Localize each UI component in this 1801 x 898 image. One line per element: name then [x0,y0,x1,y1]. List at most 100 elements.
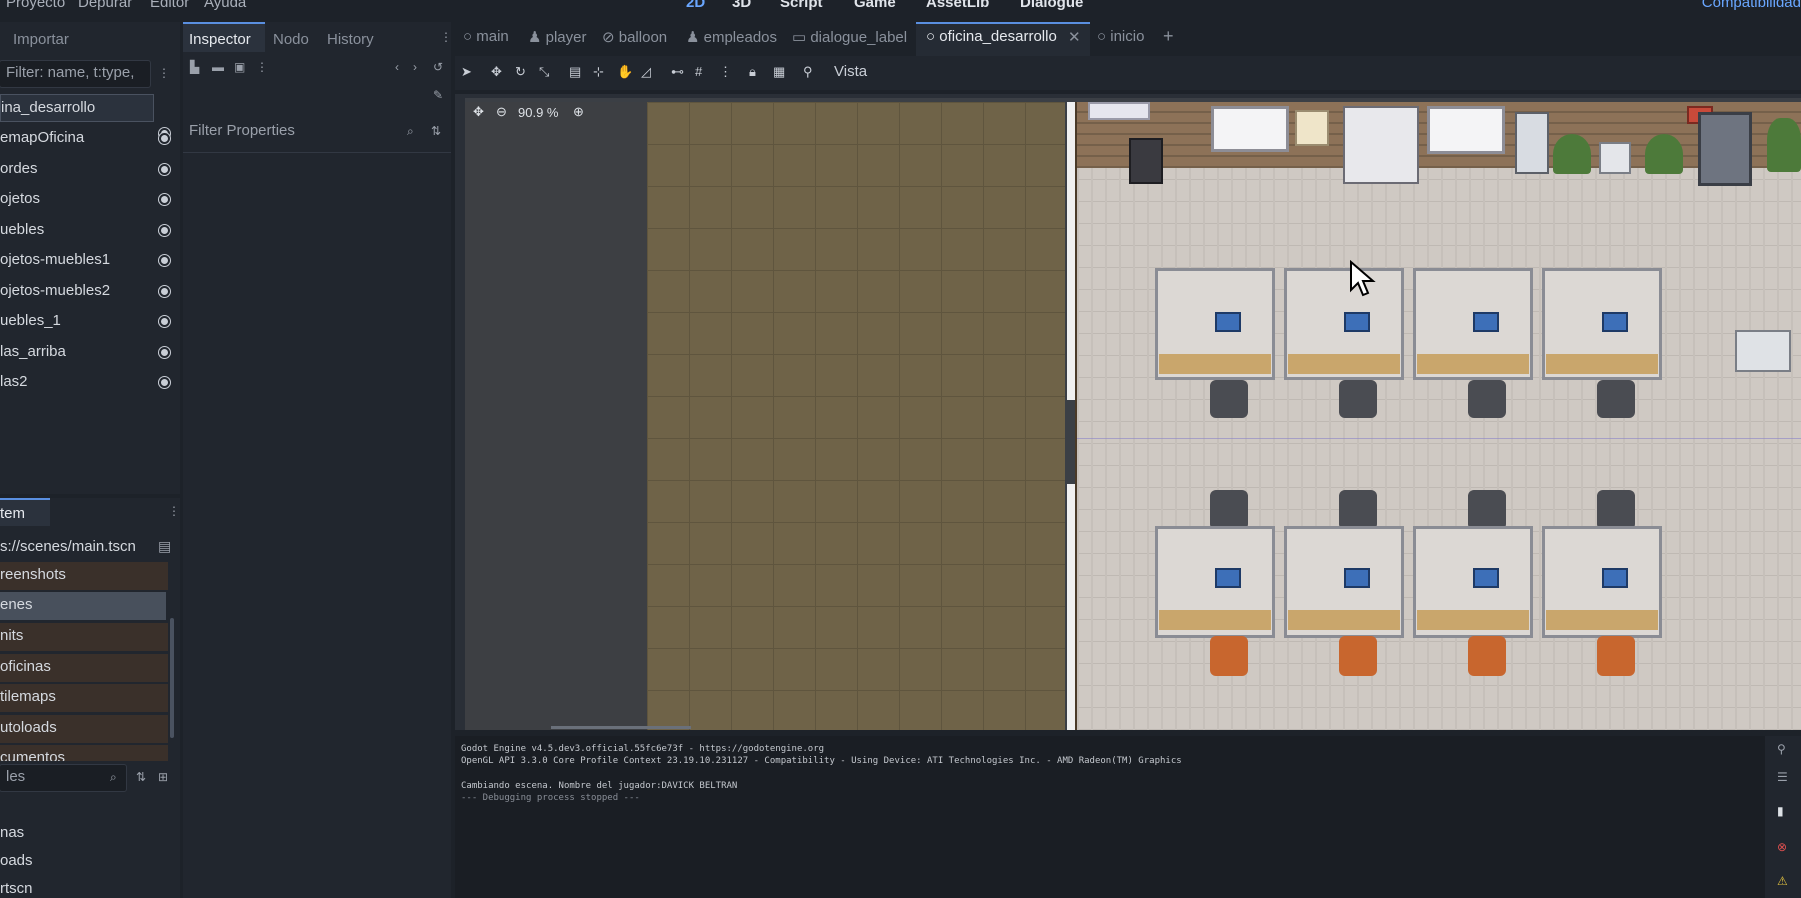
menu-ayuda[interactable]: Ayuda [204,0,246,11]
grid-view-icon[interactable]: ⊞ [158,770,168,784]
tree-node[interactable]: emapOficina [0,125,178,153]
tree-node[interactable]: ojetos-muebles1 [0,247,178,275]
visibility-eye-icon[interactable] [159,164,170,175]
tree-node[interactable]: uebles [0,217,178,245]
open-folder-icon[interactable]: ▬ [212,60,224,74]
tab-player[interactable]: ♟ player [528,28,586,46]
fs-folder[interactable]: oficinas [0,654,168,682]
more-icon[interactable]: ⋮ [719,64,732,80]
forward-icon[interactable]: › [413,60,417,74]
lock-icon[interactable]: 🔒︎ [749,64,756,80]
fs-folder[interactable]: enes [0,592,166,620]
tab-balloon[interactable]: ⊘ balloon [602,28,667,46]
group-icon[interactable]: ▦ [773,64,785,80]
tree-node[interactable]: ina_desarrollo [0,94,154,122]
select-tool-icon[interactable]: ➤ [461,64,472,80]
menu-editor[interactable]: Editor [150,0,189,11]
fs-folder[interactable]: nits [0,623,168,651]
pivot-tool-icon[interactable]: ⊹ [593,64,604,80]
renderer-selector[interactable]: Compatibilidad [1702,0,1801,11]
menu-depurar[interactable]: Depurar [78,0,132,11]
add-tab-icon[interactable]: + [1163,26,1174,47]
tab-inicio[interactable]: ○ inicio [1097,28,1144,45]
list-select-icon[interactable]: ▤ [569,64,581,80]
more-icon[interactable]: ⋮ [158,66,170,80]
zoom-level[interactable]: 90.9 % [518,105,558,120]
new-resource-icon[interactable]: ▙ [190,60,199,74]
visibility-eye-icon[interactable] [159,377,170,388]
visibility-eye-icon[interactable] [159,286,170,297]
smart-snap-icon[interactable]: ⊷ [671,64,684,80]
tab-inspector[interactable]: Inspector [183,22,265,52]
scene-filter-input[interactable]: Filter: name, t:type, [0,60,151,88]
workspace-2d[interactable]: 2D [686,0,705,11]
filter-options-icon[interactable]: ⇅ [431,124,441,138]
files-filter-input[interactable]: les [0,764,127,792]
workspace-assetlib[interactable]: AssetLib [926,0,989,11]
bone-tool-icon[interactable]: ⚲ [803,64,813,80]
tree-node[interactable]: ojetos [0,186,178,214]
back-icon[interactable]: ‹ [395,60,399,74]
visibility-eye-icon[interactable] [159,347,170,358]
tab-main[interactable]: ○ main [463,28,509,45]
tree-node[interactable]: ordes [0,156,178,184]
visibility-eye-icon[interactable] [159,316,170,327]
zoom-in-icon[interactable]: ⊕ [573,104,584,120]
history-icon[interactable]: ↺ [433,60,443,74]
file-item[interactable]: nas [0,824,24,841]
tab-dialogue-label[interactable]: ▭ dialogue_label [792,28,907,46]
workspace-script[interactable]: Script [780,0,823,11]
scrollbar[interactable] [170,618,174,738]
tab-importar[interactable]: Importar [13,31,69,48]
fs-folder[interactable]: cumentos [0,745,168,761]
visibility-eye-icon[interactable] [159,225,170,236]
fs-folder[interactable]: utoloads [0,715,168,743]
error-toggle-icon[interactable]: ⊗ [1777,840,1787,854]
visibility-eye-icon[interactable] [159,133,170,144]
visibility-eye-icon[interactable] [159,255,170,266]
object-icon[interactable]: ✎ [433,88,443,102]
ruler-tool-icon[interactable]: ◿ [641,64,651,80]
layout-toggle-icon[interactable]: ▤ [158,538,171,555]
current-path[interactable]: s://scenes/main.tscn [0,538,136,555]
workspace-3d[interactable]: 3D [732,0,751,11]
fs-folder[interactable]: reenshots [0,562,168,590]
rotate-tool-icon[interactable]: ↻ [515,64,526,80]
move-tool-icon[interactable]: ✥ [491,64,502,80]
visibility-eye-icon[interactable] [159,194,170,205]
more-icon[interactable]: ⋮ [168,504,180,518]
workspace-game[interactable]: Game [854,0,896,11]
pin-icon[interactable]: ⚲ [1777,742,1786,756]
sort-icon[interactable]: ⇅ [136,770,146,784]
file-item[interactable]: rtscn [0,880,33,897]
grid-snap-icon[interactable]: # [695,64,702,79]
tab-history[interactable]: History [327,31,374,48]
menu-proyecto[interactable]: Proyecto [6,0,65,11]
filter-icon[interactable]: ☰ [1777,770,1788,784]
scale-tool-icon[interactable]: ⤡ [539,64,549,80]
tab-nodo[interactable]: Nodo [273,31,309,48]
message-toggle-icon[interactable]: ▮ [1777,804,1784,818]
file-item[interactable]: oads [0,852,33,869]
close-tab-icon[interactable]: ✕ [1068,28,1081,46]
tab-oficina-desarrollo[interactable]: ○ oficina_desarrollo [926,28,1057,45]
workspace-dialogue[interactable]: Dialogue [1020,0,1083,11]
zoom-out-icon[interactable]: ⊖ [496,104,507,120]
tree-node[interactable]: las_arriba [0,339,178,367]
tab-empleados[interactable]: ♟ empleados [686,28,777,46]
pan-icon[interactable]: ✥ [473,104,484,120]
tree-node[interactable]: ojetos-muebles2 [0,278,178,306]
canvas-viewport[interactable]: ✥ ⊖ 90.9 % ⊕ [455,98,1801,730]
vista-menu[interactable]: Vista [834,63,867,80]
more-icon[interactable]: ⋮ [440,30,452,44]
filter-properties[interactable]: Filter Properties ⌕ ⇅ [183,112,451,152]
tree-node[interactable]: uebles_1 [0,308,178,336]
pan-tool-icon[interactable]: ✋ [617,64,633,80]
scrollbar[interactable] [551,726,691,729]
save-icon[interactable]: ▣ [234,60,245,74]
more-icon[interactable]: ⋮ [256,60,268,74]
warning-toggle-icon[interactable]: ⚠ [1777,874,1788,888]
tree-node[interactable]: las2 [0,369,178,397]
fs-folder[interactable]: tilemaps [0,684,168,712]
tab-filesystem[interactable]: tem [0,498,50,526]
